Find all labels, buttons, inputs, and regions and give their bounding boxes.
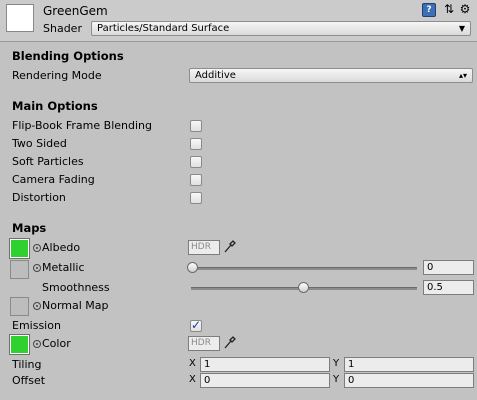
updown-arrow-icon: ▴▾ xyxy=(458,71,467,80)
distortion-label: Distortion xyxy=(12,191,66,204)
offset-y-label: Y xyxy=(333,374,340,385)
smoothness-slider-knob[interactable] xyxy=(298,282,309,293)
eyedropper-icon[interactable] xyxy=(223,336,236,350)
blending-options-title: Blending Options xyxy=(12,49,124,63)
rendering-mode-label: Rendering Mode xyxy=(12,69,102,82)
two-sided-label: Two Sided xyxy=(12,137,67,150)
shader-label: Shader xyxy=(43,22,82,35)
emission-label: Emission xyxy=(12,319,61,332)
material-header: GreenGem Shader Particles/Standard Surfa… xyxy=(0,0,477,41)
rendering-mode-value: Additive xyxy=(195,70,236,81)
camera-fading-label: Camera Fading xyxy=(12,173,95,186)
tiling-y-label: Y xyxy=(333,358,340,369)
offset-x-label: X xyxy=(189,374,196,385)
material-preview-thumbnail[interactable] xyxy=(6,4,34,32)
smoothness-value-field[interactable]: 0.5 xyxy=(423,280,474,295)
flipbook-blending-checkbox[interactable] xyxy=(190,120,202,132)
flipbook-blending-label: Flip-Book Frame Blending xyxy=(12,119,152,132)
two-sided-checkbox[interactable] xyxy=(190,138,202,150)
normal-map-target-icon[interactable] xyxy=(33,302,41,310)
albedo-target-icon[interactable] xyxy=(33,244,41,252)
eyedropper-icon[interactable] xyxy=(223,240,236,254)
normal-map-label: Normal Map xyxy=(42,299,109,312)
metallic-slider-knob[interactable] xyxy=(187,262,198,273)
emission-color-texture-slot[interactable] xyxy=(9,334,30,355)
rendering-mode-dropdown[interactable]: Additive ▴▾ xyxy=(189,68,473,83)
help-icon[interactable]: ? xyxy=(422,3,436,17)
emission-color-label: Color xyxy=(42,337,71,350)
chevron-down-icon: ▼ xyxy=(458,24,465,33)
header-divider xyxy=(0,41,477,42)
soft-particles-checkbox[interactable] xyxy=(190,156,202,168)
shader-dropdown-value: Particles/Standard Surface xyxy=(97,23,230,34)
distortion-checkbox[interactable] xyxy=(190,192,202,204)
tiling-y-field[interactable]: 1 xyxy=(344,357,474,372)
emission-target-icon[interactable] xyxy=(33,340,41,348)
emission-checkbox[interactable] xyxy=(190,318,202,332)
offset-label: Offset xyxy=(12,374,46,387)
gear-icon[interactable]: ⚙ xyxy=(459,3,471,15)
normal-map-texture-slot[interactable] xyxy=(10,297,29,316)
smoothness-label: Smoothness xyxy=(42,281,110,294)
tiling-label: Tiling xyxy=(12,358,42,371)
maps-title: Maps xyxy=(12,221,47,235)
shader-dropdown[interactable]: Particles/Standard Surface ▼ xyxy=(91,21,471,36)
tiling-x-label: X xyxy=(189,358,196,369)
soft-particles-label: Soft Particles xyxy=(12,155,84,168)
material-name: GreenGem xyxy=(43,4,108,18)
main-options-title: Main Options xyxy=(12,99,98,113)
albedo-label: Albedo xyxy=(42,241,81,254)
offset-y-field[interactable]: 0 xyxy=(344,373,474,388)
offset-x-field[interactable]: 0 xyxy=(200,373,330,388)
metallic-texture-slot[interactable] xyxy=(10,260,29,279)
camera-fading-checkbox[interactable] xyxy=(190,174,202,186)
metallic-slider-track[interactable] xyxy=(191,267,417,270)
metallic-target-icon[interactable] xyxy=(33,264,41,272)
tiling-x-field[interactable]: 1 xyxy=(200,357,330,372)
metallic-label: Metallic xyxy=(42,261,85,274)
albedo-color-field[interactable]: HDR xyxy=(188,240,220,255)
albedo-texture-slot[interactable] xyxy=(9,238,30,259)
preset-icon[interactable]: ⇅ xyxy=(443,3,455,15)
metallic-value-field[interactable]: 0 xyxy=(423,260,474,275)
emission-color-field[interactable]: HDR xyxy=(188,336,220,351)
